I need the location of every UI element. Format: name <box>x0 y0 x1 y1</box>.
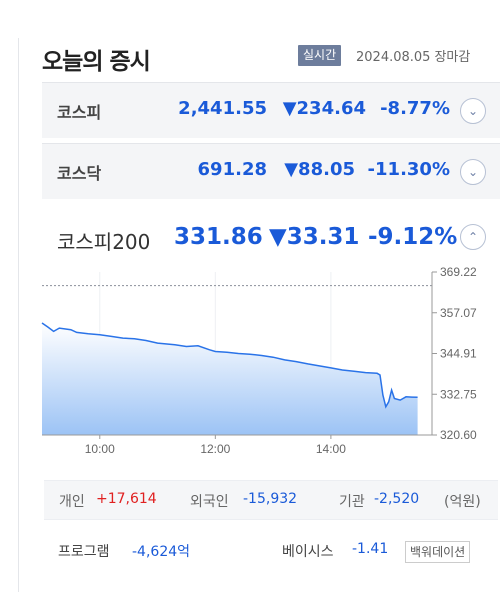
index-change: ▼88.05 <box>284 159 355 180</box>
basis-unit-badge: 백워데이션 <box>405 541 471 563</box>
index-row-kospi[interactable]: 코스피 2,441.55 ▼234.64 -8.77% ⌄ <box>42 82 500 138</box>
program-value: -4,624억 <box>132 544 191 560</box>
y-tick-label: 344.91 <box>440 347 477 361</box>
chevron-down-icon[interactable]: ⌄ <box>460 159 486 185</box>
index-value: 691.28 <box>197 159 267 180</box>
realtime-badge: 실시간 <box>298 45 342 66</box>
index-change: ▼234.64 <box>282 98 366 119</box>
index-rate: -11.30% <box>367 159 450 180</box>
page-title: 오늘의 증시 <box>42 49 151 75</box>
foreign-label: 외국인 <box>190 494 229 510</box>
y-tick-label: 320.60 <box>440 428 477 442</box>
y-ticks: 369.22 357.07 344.91 332.75 320.60 <box>432 265 477 442</box>
y-tick-label: 369.22 <box>440 265 477 279</box>
individual-label: 개인 <box>59 494 85 510</box>
index-chart: 369.22 357.07 344.91 332.75 320.60 10:00 12:0… <box>41 265 477 456</box>
individual-value: +17,614 <box>96 491 157 507</box>
index-name: 코스닥 <box>57 164 102 183</box>
x-tick-label: 14:00 <box>316 442 346 456</box>
program-trading: 프로그램 -4,624억 베이시스 -1.41 백워데이션 <box>58 538 498 564</box>
index-row-kospi200[interactable]: 코스피200 331.86 ▼33.31 -9.12% ⌃ <box>42 214 500 264</box>
index-name: 코스피200 <box>57 230 151 254</box>
market-status: 장마감 <box>434 50 471 65</box>
index-row-kosdaq[interactable]: 코스닥 691.28 ▼88.05 -11.30% ⌄ <box>42 143 500 199</box>
market-date: 2024.08.05 장마감 <box>356 46 470 65</box>
investor-trading: 개인 +17,614 외국인 -15,932 기관 -2,520 (억원) <box>44 480 498 520</box>
market-header: 오늘의 증시 실시간 2024.08.05 장마감 <box>42 40 500 76</box>
chevron-down-icon[interactable]: ⌄ <box>460 98 486 124</box>
index-rate: -8.77% <box>380 98 450 119</box>
basis-value: -1.41 <box>352 541 389 557</box>
institution-value: -2,520 <box>374 491 420 507</box>
index-value: 331.86 <box>174 224 263 250</box>
index-rate: -9.12% <box>368 224 458 250</box>
index-change: ▼33.31 <box>269 224 360 250</box>
chevron-up-icon[interactable]: ⌃ <box>460 224 486 250</box>
foreign-value: -15,932 <box>243 491 298 507</box>
index-name: 코스피 <box>57 103 102 122</box>
basis-label: 베이시스 <box>282 544 334 560</box>
y-tick-label: 332.75 <box>440 387 477 401</box>
unit-label: (억원) <box>444 494 481 510</box>
index-value: 2,441.55 <box>178 98 267 119</box>
x-ticks: 10:00 12:00 14:00 <box>85 435 346 456</box>
program-label: 프로그램 <box>58 544 110 560</box>
x-tick-label: 10:00 <box>85 442 115 456</box>
y-tick-label: 357.07 <box>440 306 477 320</box>
x-tick-label: 12:00 <box>200 442 230 456</box>
chart-area <box>42 323 418 435</box>
institution-label: 기관 <box>339 494 365 510</box>
date-text: 2024.08.05 <box>356 50 431 65</box>
